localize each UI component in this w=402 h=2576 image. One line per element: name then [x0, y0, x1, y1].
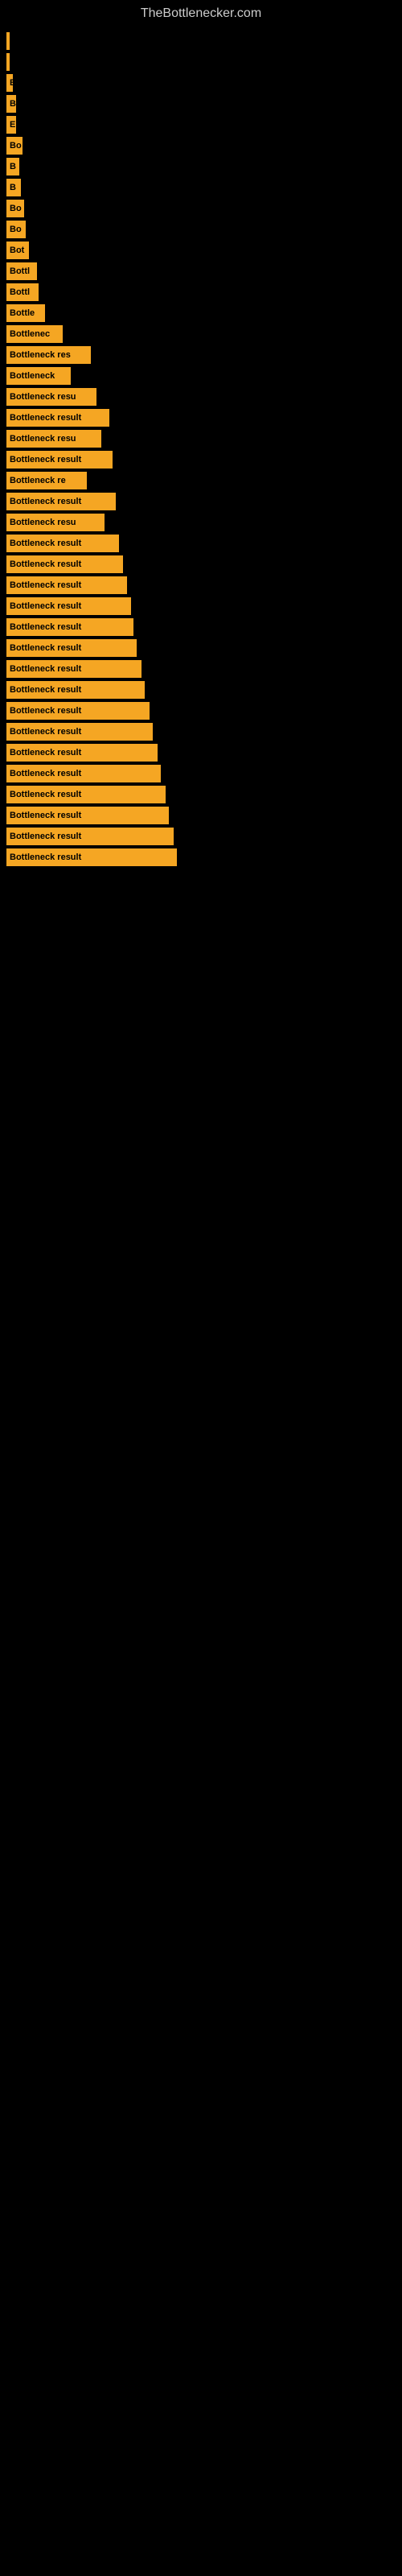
bar-item: B [6, 179, 21, 196]
bar-row: Bottleneck result [6, 828, 402, 845]
bar-item: Bottleneck res [6, 346, 91, 364]
bar-row: Bottleneck result [6, 535, 402, 552]
bar-item: Bottleneck result [6, 597, 131, 615]
bar-item: Bottleneck result [6, 555, 123, 573]
bars-container: |EBEBoBBBoBoBotBottlBottlBottleBottlenec… [0, 24, 402, 877]
bar-item: Bottlenec [6, 325, 63, 343]
bar-row: Bottleneck result [6, 555, 402, 573]
bar-row: Bot [6, 242, 402, 259]
bar-row: Bottleneck result [6, 702, 402, 720]
bar-row: Bottleneck resu [6, 514, 402, 531]
bar-item: Bottleneck re [6, 472, 87, 489]
bar-row: Bottleneck result [6, 848, 402, 866]
bar-item: Bottleneck result [6, 493, 116, 510]
bar-item: Bottleneck result [6, 744, 158, 762]
bar-row: Bottleneck result [6, 786, 402, 803]
bar-row: Bottleneck re [6, 472, 402, 489]
bar-item: Bottleneck result [6, 681, 145, 699]
bar-item: Bottleneck result [6, 786, 166, 803]
bar-row: Bo [6, 200, 402, 217]
bar-row: Bottle [6, 304, 402, 322]
bar-item: E [6, 74, 13, 92]
bar-item: E [6, 116, 16, 134]
bar-row [6, 53, 402, 71]
bar-row: Bottleneck result [6, 660, 402, 678]
bar-item: Bottl [6, 262, 37, 280]
bar-row: Bottleneck result [6, 618, 402, 636]
bar-row: Bottleneck res [6, 346, 402, 364]
bar-item [6, 53, 10, 71]
bar-item: Bottleneck result [6, 702, 150, 720]
bar-item: Bottleneck result [6, 639, 137, 657]
bar-row: Bottleneck result [6, 807, 402, 824]
bar-item: Bot [6, 242, 29, 259]
bar-item: Bottleneck result [6, 723, 153, 741]
bar-row: Bottleneck resu [6, 388, 402, 406]
site-title: TheBottlenecker.com [0, 0, 402, 24]
bar-item: Bottleneck resu [6, 388, 96, 406]
bar-row: B [6, 158, 402, 175]
bar-row: Bottleneck result [6, 451, 402, 469]
bar-row: Bottleneck result [6, 744, 402, 762]
bar-row: Bottleneck result [6, 409, 402, 427]
bar-item: Bottleneck result [6, 409, 109, 427]
bar-item: Bottleneck result [6, 451, 113, 469]
bar-item: Bottleneck result [6, 535, 119, 552]
bar-item: B [6, 158, 19, 175]
bar-row: E [6, 116, 402, 134]
bar-item: Bottleneck resu [6, 514, 105, 531]
bar-row: Bottleneck result [6, 765, 402, 782]
bar-item: B [6, 95, 16, 113]
bar-item: | [6, 32, 10, 50]
bar-item: Bottleneck result [6, 848, 177, 866]
bar-item: Bottle [6, 304, 45, 322]
bar-item: Bottleneck result [6, 576, 127, 594]
bar-row: Bottl [6, 283, 402, 301]
bar-row: Bottleneck result [6, 681, 402, 699]
bar-row: Bo [6, 221, 402, 238]
bar-row: Bottleneck resu [6, 430, 402, 448]
bar-row: Bo [6, 137, 402, 155]
bar-row: E [6, 74, 402, 92]
bar-item: Bo [6, 137, 23, 155]
bar-item: Bottl [6, 283, 39, 301]
bar-item: Bottleneck result [6, 807, 169, 824]
bar-item: Bo [6, 200, 24, 217]
bar-row: Bottleneck result [6, 576, 402, 594]
bar-item: Bo [6, 221, 26, 238]
bar-item: Bottleneck resu [6, 430, 101, 448]
bar-row: | [6, 32, 402, 50]
bar-row: Bottleneck result [6, 639, 402, 657]
bar-item: Bottleneck [6, 367, 71, 385]
bar-row: Bottl [6, 262, 402, 280]
bar-row: B [6, 179, 402, 196]
bar-item: Bottleneck result [6, 618, 133, 636]
bar-item: Bottleneck result [6, 828, 174, 845]
bar-row: Bottleneck [6, 367, 402, 385]
bar-row: Bottleneck result [6, 723, 402, 741]
bar-item: Bottleneck result [6, 660, 142, 678]
bar-row: Bottleneck result [6, 597, 402, 615]
bar-row: Bottleneck result [6, 493, 402, 510]
bar-row: B [6, 95, 402, 113]
bar-item: Bottleneck result [6, 765, 161, 782]
bar-row: Bottlenec [6, 325, 402, 343]
